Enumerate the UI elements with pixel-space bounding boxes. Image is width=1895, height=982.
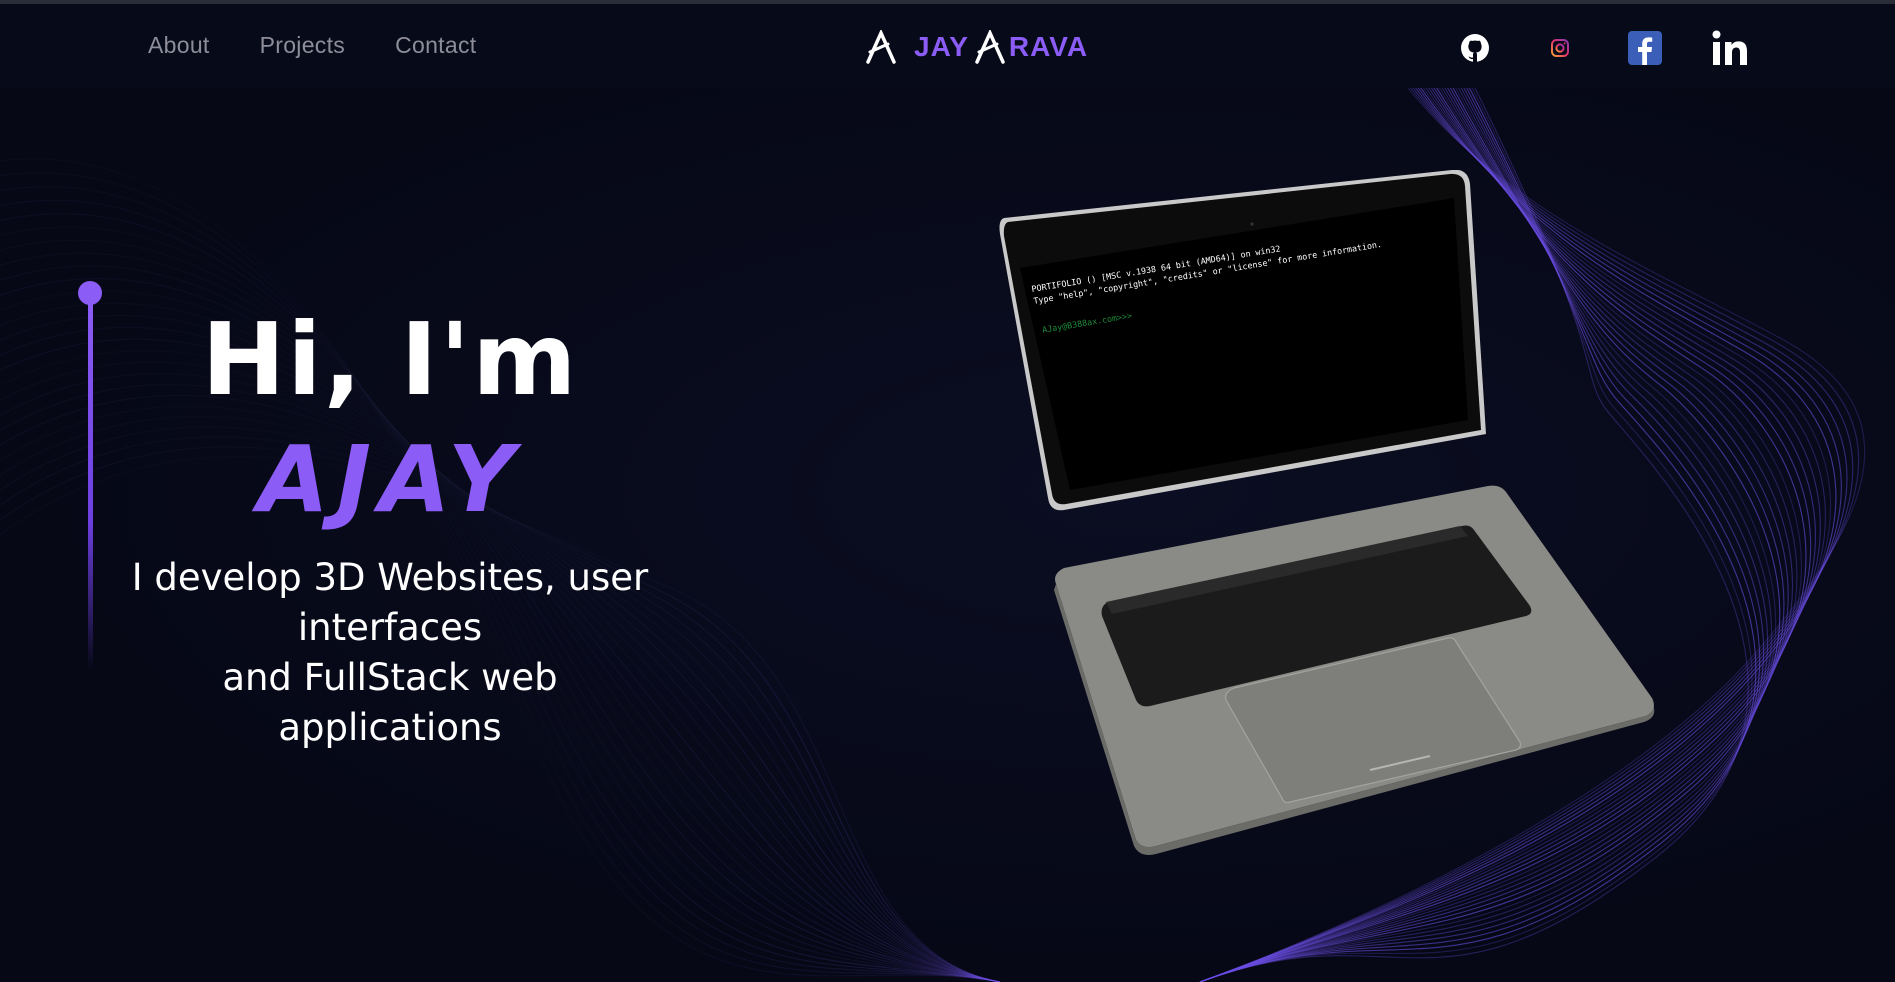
hero-timeline-line (88, 300, 93, 670)
github-icon (1461, 34, 1489, 62)
top-navigation: About Projects Contact JAY RAVA (0, 4, 1895, 88)
webcam-icon (1250, 222, 1254, 226)
laptop-3d-model[interactable]: PORTIFOLIO () [MSC v.1938 64 bit (AMD64)… (990, 170, 1670, 860)
logo-a-glyph-icon-2 (975, 30, 1005, 64)
nav-links: About Projects Contact (148, 32, 476, 59)
github-link[interactable] (1455, 28, 1495, 68)
facebook-link[interactable] (1625, 28, 1665, 68)
hero-description-line-2: interfaces (297, 606, 483, 649)
linkedin-icon (1712, 30, 1747, 65)
nav-link-projects[interactable]: Projects (260, 32, 345, 59)
nav-link-about[interactable]: About (148, 32, 210, 59)
logo-text-left: JAY (914, 31, 969, 62)
logo-a-glyph-icon (866, 30, 896, 64)
hero-greeting: Hi, I'm (201, 301, 579, 418)
linkedin-link[interactable] (1710, 28, 1750, 68)
social-links (1455, 28, 1750, 68)
hero-description-line-1: I develop 3D Websites, user (131, 556, 649, 599)
facebook-icon (1628, 31, 1662, 65)
hero-description: I develop 3D Websites, user interfaces a… (110, 553, 670, 753)
nav-link-contact[interactable]: Contact (395, 32, 476, 59)
site-logo[interactable]: JAY RAVA (866, 30, 1094, 64)
hero-description-line-3: and FullStack web applications (222, 656, 558, 749)
portfolio-page: About Projects Contact JAY RAVA Hi, I'm … (0, 0, 1895, 982)
hero-name: AJAY (257, 426, 523, 533)
instagram-link[interactable] (1540, 28, 1580, 68)
logo-text-right: RAVA (1008, 31, 1089, 62)
instagram-icon (1551, 39, 1569, 57)
